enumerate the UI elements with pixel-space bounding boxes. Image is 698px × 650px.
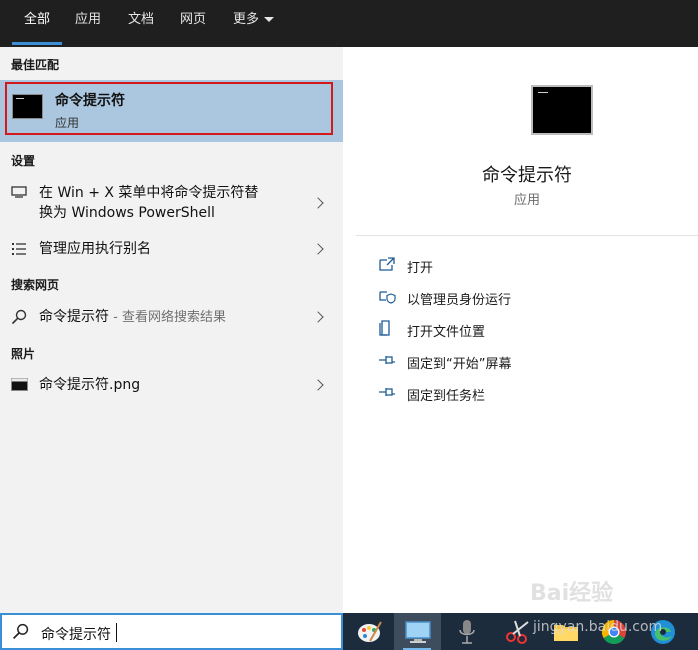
chevron-right-icon [312, 197, 324, 209]
section-web-search: 搜索网页 [11, 278, 60, 292]
action-open[interactable]: 打开 [378, 254, 678, 278]
preview-subtitle: 应用 [513, 193, 540, 208]
best-match-item[interactable]: 命令提示符 应用 [0, 80, 343, 142]
list-icon [12, 243, 26, 255]
preview-divider [356, 235, 698, 236]
web-search-item[interactable]: 命令提示符 - 查看网络搜索结果 [0, 305, 343, 331]
image-file-icon [11, 378, 28, 391]
tab-more-label: 更多 [233, 12, 260, 27]
desktop-icon[interactable] [403, 617, 433, 647]
search-icon [12, 623, 29, 640]
open-icon [379, 257, 395, 271]
chevron-right-icon [312, 243, 324, 255]
search-scope-tabs: 全部 应用 文档 网页 更多 [0, 0, 698, 47]
action-open-file-location[interactable]: 打开文件位置 [378, 318, 678, 342]
chevron-down-icon [264, 17, 275, 22]
action-pin-to-start-label: 固定到“开始”屏幕 [407, 357, 512, 372]
watermark-url: jingyan.baidu.com [533, 619, 663, 635]
chevron-right-icon [312, 379, 324, 391]
active-tab-indicator [12, 42, 62, 45]
action-open-label: 打开 [407, 261, 434, 276]
watermark-logo: Bai经验 [530, 581, 614, 606]
monitor-icon [11, 186, 27, 198]
best-match-subtitle: 应用 [55, 116, 80, 130]
search-input-value: 命令提示符 [41, 627, 111, 643]
shield-icon [379, 291, 396, 304]
pin-icon [379, 356, 395, 364]
section-settings: 设置 [11, 154, 36, 168]
web-search-hint: - 查看网络搜索结果 [109, 310, 226, 325]
results-pane: 最佳匹配 命令提示符 应用 设置 在 Win + X 菜单中将命令提示符替 换为… [0, 47, 343, 613]
action-run-as-admin-label: 以管理员身份运行 [407, 293, 512, 308]
tab-all[interactable]: 全部 [24, 0, 50, 47]
action-open-file-location-label: 打开文件位置 [407, 325, 486, 340]
text-cursor [116, 623, 117, 642]
pin-icon [379, 388, 395, 396]
action-pin-to-taskbar-label: 固定到任务栏 [407, 389, 486, 404]
settings-item-label-line2: 换为 Windows PowerShell [39, 205, 215, 221]
action-run-as-admin[interactable]: 以管理员身份运行 [378, 286, 678, 310]
search-icon [11, 309, 27, 325]
command-prompt-icon [12, 94, 43, 119]
settings-item-label-line1: 在 Win + X 菜单中将命令提示符替 [39, 185, 259, 201]
file-location-icon [379, 320, 390, 336]
tab-more[interactable]: 更多 [233, 0, 275, 47]
web-search-label: 命令提示符 - 查看网络搜索结果 [39, 307, 226, 328]
section-best-match: 最佳匹配 [11, 58, 60, 72]
settings-item-powershell[interactable]: 在 Win + X 菜单中将命令提示符替 换为 Windows PowerShe… [0, 181, 343, 225]
photo-item-label: 命令提示符.png [39, 377, 141, 393]
tab-documents[interactable]: 文档 [128, 0, 154, 47]
microphone-icon[interactable] [452, 617, 482, 647]
settings-item-label: 管理应用执行别名 [39, 241, 151, 257]
section-photos: 照片 [11, 347, 36, 361]
settings-item-app-aliases[interactable]: 管理应用执行别名 [0, 237, 343, 263]
scissors-icon[interactable] [503, 617, 533, 647]
tab-web[interactable]: 网页 [180, 0, 206, 47]
command-prompt-large-icon [531, 85, 593, 135]
preview-title: 命令提示符 [482, 165, 572, 186]
best-match-title: 命令提示符 [55, 93, 125, 109]
chevron-right-icon [312, 311, 324, 323]
action-pin-to-taskbar[interactable]: 固定到任务栏 [378, 382, 678, 406]
paint-icon[interactable] [354, 617, 384, 647]
tab-apps[interactable]: 应用 [75, 0, 101, 47]
web-search-query: 命令提示符 [39, 309, 109, 325]
preview-pane: 命令提示符 应用 打开 以管理员身份运行 打开文件位置 固定到“开始”屏幕 固定… [356, 59, 698, 613]
photo-item[interactable]: 命令提示符.png [0, 373, 343, 399]
search-input[interactable]: 命令提示符 [0, 613, 343, 650]
action-pin-to-start[interactable]: 固定到“开始”屏幕 [378, 350, 678, 374]
